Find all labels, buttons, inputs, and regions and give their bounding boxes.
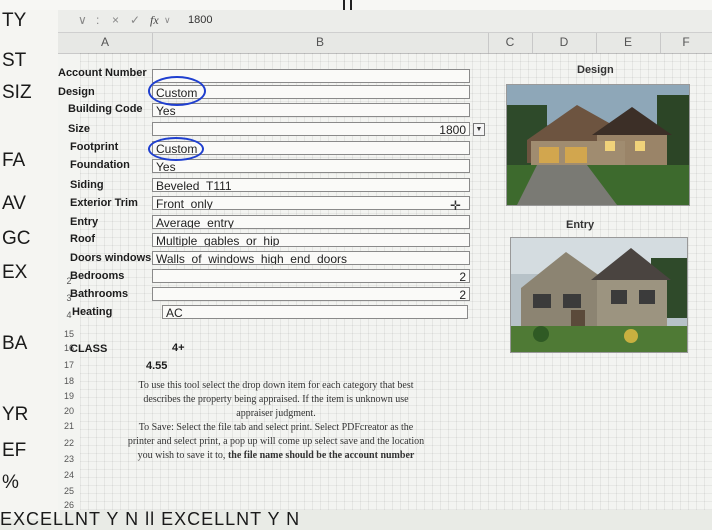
cell-roof[interactable]: Multiple_gables_or_hip [152, 233, 470, 247]
cancel-icon[interactable]: × [112, 13, 119, 27]
label-size: Size [68, 123, 91, 135]
column-header-a[interactable]: A [58, 35, 152, 49]
cell-building-code[interactable]: Yes [152, 103, 470, 117]
paper-text: GC [2, 228, 31, 249]
design-picture-title: Design [577, 64, 614, 76]
column-header-c[interactable]: C [488, 35, 532, 49]
name-box-dropdown-icon[interactable]: ∨ [78, 13, 87, 27]
cell-entry[interactable]: Average_entry [152, 215, 470, 229]
paper-text: AV [2, 193, 26, 214]
paper-text: EX [2, 262, 28, 283]
cell-foundation[interactable]: Yes [152, 159, 470, 173]
cell-doors-windows[interactable]: Walls_of_windows_high_end_doors [152, 251, 470, 265]
cell-size[interactable]: 1800 [152, 122, 470, 136]
label-building-code: Building Code [68, 103, 143, 115]
cell-siding[interactable]: Beveled_T111 [152, 178, 470, 192]
spreadsheet-screen: ∨ : × ✓ fx ∨ 1800 A B C D E F 2 3 4 15 1… [58, 10, 712, 510]
paper-text: % [2, 472, 19, 493]
paper-top-edge [0, 0, 712, 10]
instructions-bold-text: the file name should be the account numb… [227, 450, 415, 461]
paper-bottom-text: EXCELLNT Y N ll EXCELLNT Y N [0, 509, 301, 529]
cell-exterior-trim[interactable]: Front_only [152, 196, 470, 210]
column-header-f[interactable]: F [660, 35, 712, 49]
paper-text: YR [2, 404, 29, 425]
instructions-line: appraiser judgment. [236, 408, 316, 419]
more-options-icon[interactable]: : [96, 13, 99, 27]
instructions-line: describes the property being appraised. … [143, 394, 409, 405]
label-heating: Heating [72, 306, 113, 318]
design-house-image [506, 84, 690, 206]
cell-heating[interactable]: AC [162, 305, 468, 319]
class-score: 4.55 [146, 360, 168, 372]
label-foundation: Foundation [70, 159, 130, 171]
column-header-e[interactable]: E [596, 35, 660, 49]
label-footprint: Footprint [70, 141, 119, 153]
paper-text: BA [2, 333, 28, 354]
label-roof: Roof [70, 233, 96, 245]
row-header[interactable]: 17 [58, 360, 80, 370]
paper-document: TY ST SIZ FA AV GC EX BA YR EF % [0, 0, 60, 519]
instructions-text: you wish to save it to, [137, 450, 226, 461]
entry-picture-title: Entry [566, 219, 595, 231]
row-header[interactable]: 15 [58, 329, 80, 339]
column-header-b[interactable]: B [152, 35, 488, 49]
label-account-number: Account Number [58, 67, 147, 79]
instructions-line: To Save: Select the file tab and select … [138, 422, 414, 433]
column-headers: A B C D E F [58, 33, 712, 54]
formula-bar: ∨ : × ✓ fx ∨ 1800 [58, 10, 712, 33]
cursor-icon: ✛ [450, 198, 461, 213]
row-header[interactable]: 25 [58, 486, 80, 496]
label-bathrooms: Bathrooms [70, 288, 129, 300]
label-exterior-trim: Exterior Trim [70, 197, 138, 209]
instructions-line: To use this tool select the drop down it… [138, 380, 414, 391]
class-label: CLASS [70, 343, 108, 355]
row-header[interactable]: 24 [58, 470, 80, 480]
function-icon[interactable]: fx [150, 13, 159, 28]
label-entry: Entry [70, 216, 99, 228]
cell-bathrooms[interactable]: 2 [152, 287, 470, 301]
label-siding: Siding [70, 179, 104, 191]
paper-text: ST [2, 50, 27, 71]
enter-icon[interactable]: ✓ [130, 13, 140, 27]
label-doors-windows: Doors windows [70, 252, 152, 264]
annotation-circle-footprint [148, 137, 204, 161]
chevron-down-icon[interactable]: ∨ [164, 15, 171, 26]
dropdown-arrow-icon[interactable]: ▼ [473, 123, 485, 136]
class-value: 4+ [172, 342, 185, 354]
column-header-d[interactable]: D [532, 35, 596, 49]
instructions-line: you wish to save it to, the file name sh… [66, 449, 486, 462]
cell-bedrooms[interactable]: 2 [152, 269, 470, 283]
paper-text: SIZ [2, 82, 32, 103]
annotation-circle-design [148, 76, 206, 106]
instructions-line: printer and select print, a pop up will … [127, 436, 425, 447]
paper-text: EF [2, 440, 27, 461]
entry-house-image [510, 237, 688, 353]
formula-input[interactable]: 1800 [188, 14, 212, 26]
label-bedrooms: Bedrooms [70, 270, 125, 282]
paper-text: TY [2, 10, 27, 31]
label-design: Design [58, 86, 95, 98]
paper-text: FA [2, 150, 26, 171]
